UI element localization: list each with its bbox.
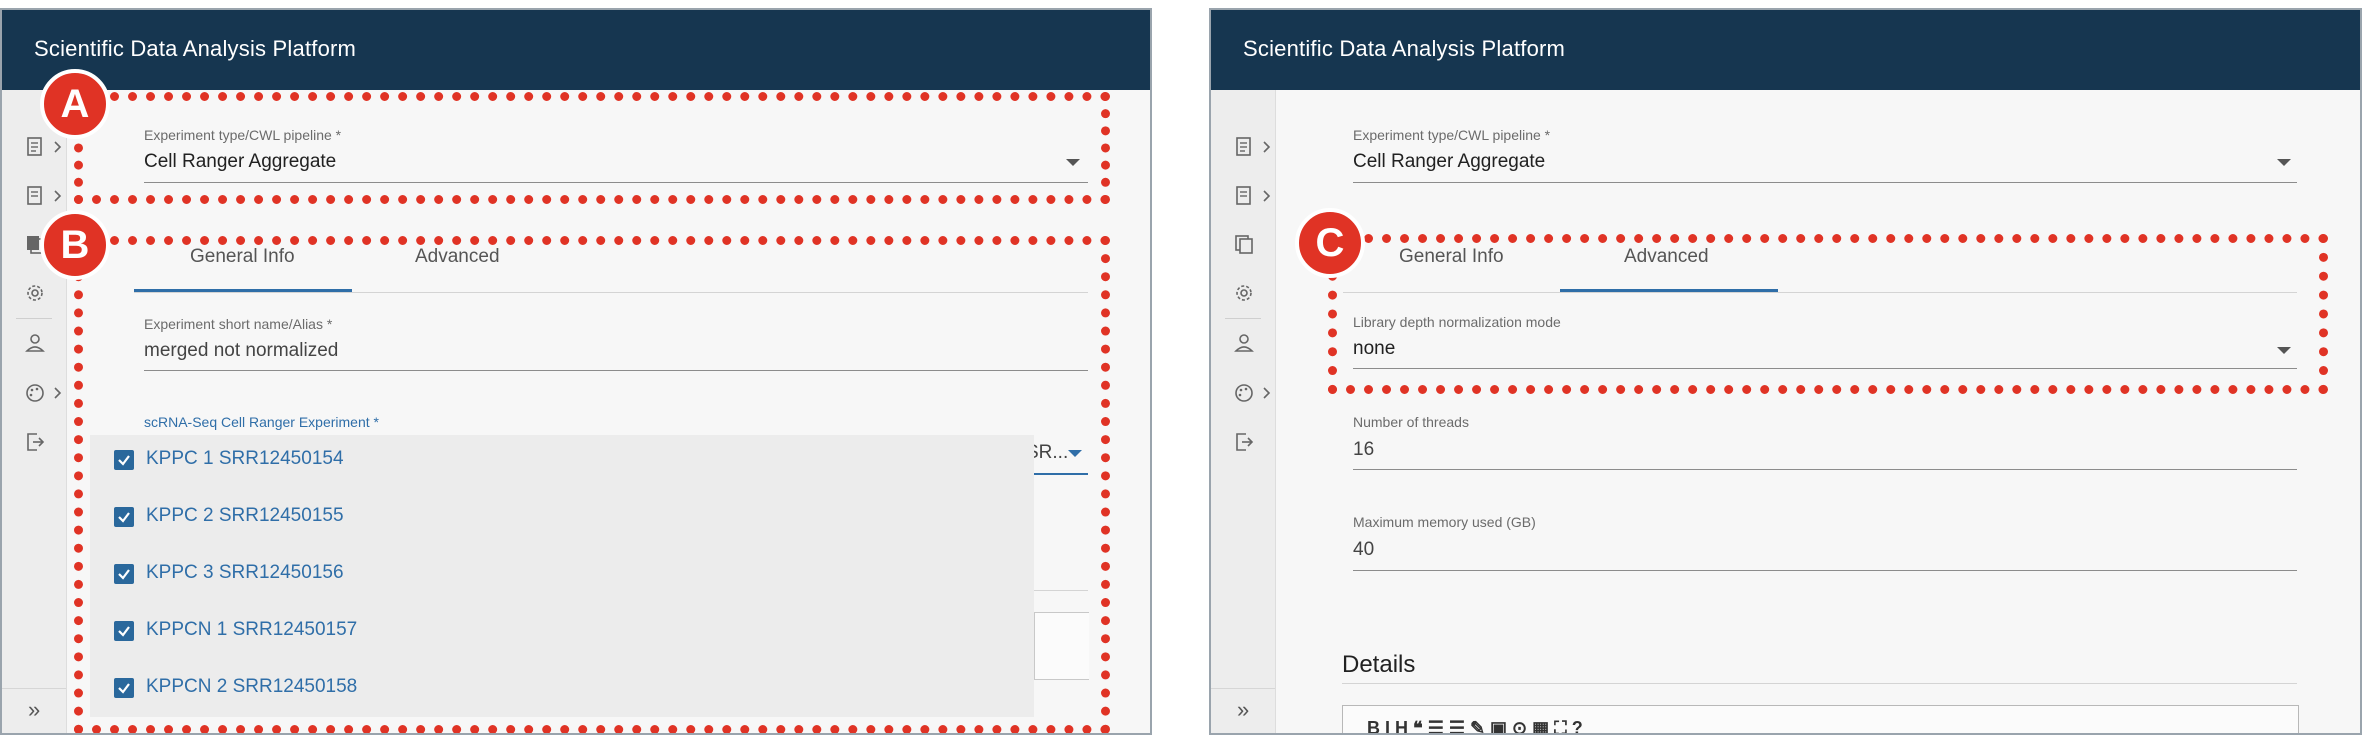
right-screenshot-panel: Scientific Data Analysis Platform » Expe… [1209, 8, 2362, 735]
chevron-right-icon[interactable] [52, 140, 62, 154]
chevron-right-icon[interactable] [1261, 386, 1271, 400]
user-icon[interactable] [24, 332, 46, 354]
copy-icon[interactable] [1233, 233, 1255, 255]
threads-label: Number of threads [1353, 414, 1469, 430]
logout-icon[interactable] [1233, 431, 1255, 453]
sidebar: » [2, 90, 67, 733]
double-chevron-icon[interactable]: » [1237, 697, 1249, 723]
logout-icon[interactable] [24, 431, 46, 453]
app-title: Scientific Data Analysis Platform [34, 36, 357, 61]
pipeline-select[interactable]: Cell Ranger Aggregate [1353, 151, 1545, 173]
details-divider [1342, 683, 2297, 684]
annotation-badge-c: C [1295, 208, 1365, 278]
chevron-right-icon[interactable] [1261, 140, 1271, 154]
threads-input[interactable]: 16 [1353, 439, 1374, 461]
app-header: Scientific Data Analysis Platform [1211, 10, 2360, 90]
user-icon[interactable] [1233, 332, 1255, 354]
gear-icon[interactable] [24, 282, 46, 304]
chevron-right-icon[interactable] [1261, 189, 1271, 203]
pipeline-label: Experiment type/CWL pipeline * [1353, 127, 1551, 143]
threads-underline [1353, 469, 2297, 470]
document-icon[interactable] [1233, 136, 1255, 158]
pipeline-underline [1353, 182, 2297, 183]
chevron-right-icon[interactable] [52, 386, 62, 400]
annotation-box-c [1328, 234, 2328, 394]
annotation-box-a [74, 92, 1110, 204]
sidebar-expand-button[interactable]: » [2, 688, 66, 733]
annotation-badge-b: B [40, 210, 110, 280]
document-icon[interactable] [24, 136, 46, 158]
app-title: Scientific Data Analysis Platform [1243, 36, 1566, 61]
details-editor[interactable]: B I H ❝ ☰ ☰ ✎ ▣ ⊙ ▦ ⛶ ? [1342, 705, 2299, 733]
document-icon[interactable] [24, 185, 46, 207]
memory-input[interactable]: 40 [1353, 539, 1374, 561]
chevron-right-icon[interactable] [52, 189, 62, 203]
palette-icon[interactable] [1233, 382, 1255, 404]
app-header: Scientific Data Analysis Platform [2, 10, 1150, 90]
memory-underline [1353, 570, 2297, 571]
sidebar-expand-button[interactable]: » [1211, 688, 1275, 733]
sidebar-divider [16, 318, 52, 319]
left-screenshot-panel: Scientific Data Analysis Platform » Expe… [0, 8, 1152, 735]
sidebar-divider [1225, 318, 1261, 319]
palette-icon[interactable] [24, 382, 46, 404]
caret-down-icon[interactable] [2277, 159, 2291, 166]
details-heading: Details [1342, 651, 1416, 678]
document-icon[interactable] [1233, 185, 1255, 207]
annotation-badge-a: A [40, 69, 110, 139]
annotation-box-b [74, 236, 1110, 733]
memory-label: Maximum memory used (GB) [1353, 514, 1536, 530]
gear-icon[interactable] [1233, 282, 1255, 304]
sidebar: » [1211, 90, 1276, 733]
editor-toolbar[interactable]: B I H ❝ ☰ ☰ ✎ ▣ ⊙ ▦ ⛶ ? [1367, 718, 1583, 733]
double-chevron-icon[interactable]: » [28, 697, 40, 723]
